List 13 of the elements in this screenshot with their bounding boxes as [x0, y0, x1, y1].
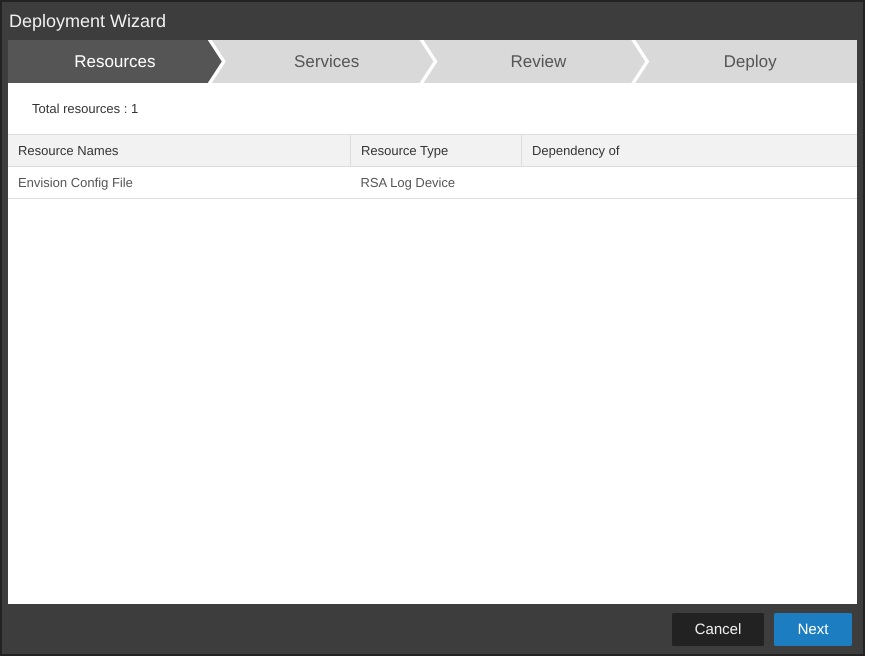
table-cell: Envision Config File: [18, 175, 133, 190]
wizard-step[interactable]: Deploy: [635, 40, 857, 83]
total-resources-label: Total resources : 1: [31, 100, 140, 118]
cancel-button[interactable]: Cancel: [672, 612, 764, 646]
wizard-step[interactable]: Resources: [8, 40, 222, 83]
table-cell: RSA Log Device: [360, 175, 456, 190]
next-button[interactable]: Next: [774, 612, 852, 646]
wizard-step[interactable]: Services: [212, 40, 434, 83]
column-header[interactable]: Dependency of: [522, 134, 857, 166]
window-title: Deployment Wizard: [9, 10, 166, 32]
wizard-step[interactable]: Review: [424, 40, 646, 83]
column-header[interactable]: Resource Type: [350, 134, 522, 166]
column-header[interactable]: Resource Names: [8, 134, 350, 166]
